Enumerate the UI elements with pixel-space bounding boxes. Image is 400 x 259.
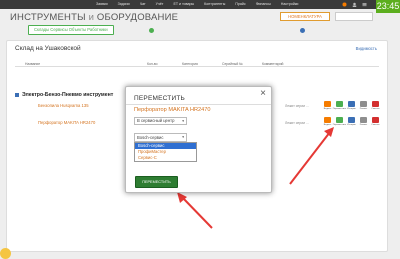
service-select[interactable]: Bosch-сервис ▾ [134,133,187,142]
modal-divider [126,104,271,105]
move-submit-button[interactable]: ПЕРЕМЕСТИТЬ [135,176,178,188]
arrow-head-1 [324,127,334,137]
move-modal: ПЕРЕМЕСТИТЬ × Перфоратор MAKITA HR2470 В… [125,86,272,193]
modal-item-name: Перфоратор MAKITA HR2470 [134,107,211,113]
settings-icon[interactable] [0,248,11,259]
chevron-down-icon: ▾ [182,135,184,139]
destination-type-select[interactable]: В сервисный центр ▾ [134,117,187,125]
dropdown-option-3[interactable]: Сервис-С [135,155,196,161]
modal-title: ПЕРЕМЕСТИТЬ [134,95,185,102]
chevron-down-icon: ▾ [182,119,184,123]
arrow-to-move-button [289,131,331,185]
arrow-to-submit-button [180,195,213,229]
service-dropdown: Bosch-сервис ПрофиМастер Сервис-С [134,142,197,162]
close-icon[interactable]: × [258,89,268,99]
